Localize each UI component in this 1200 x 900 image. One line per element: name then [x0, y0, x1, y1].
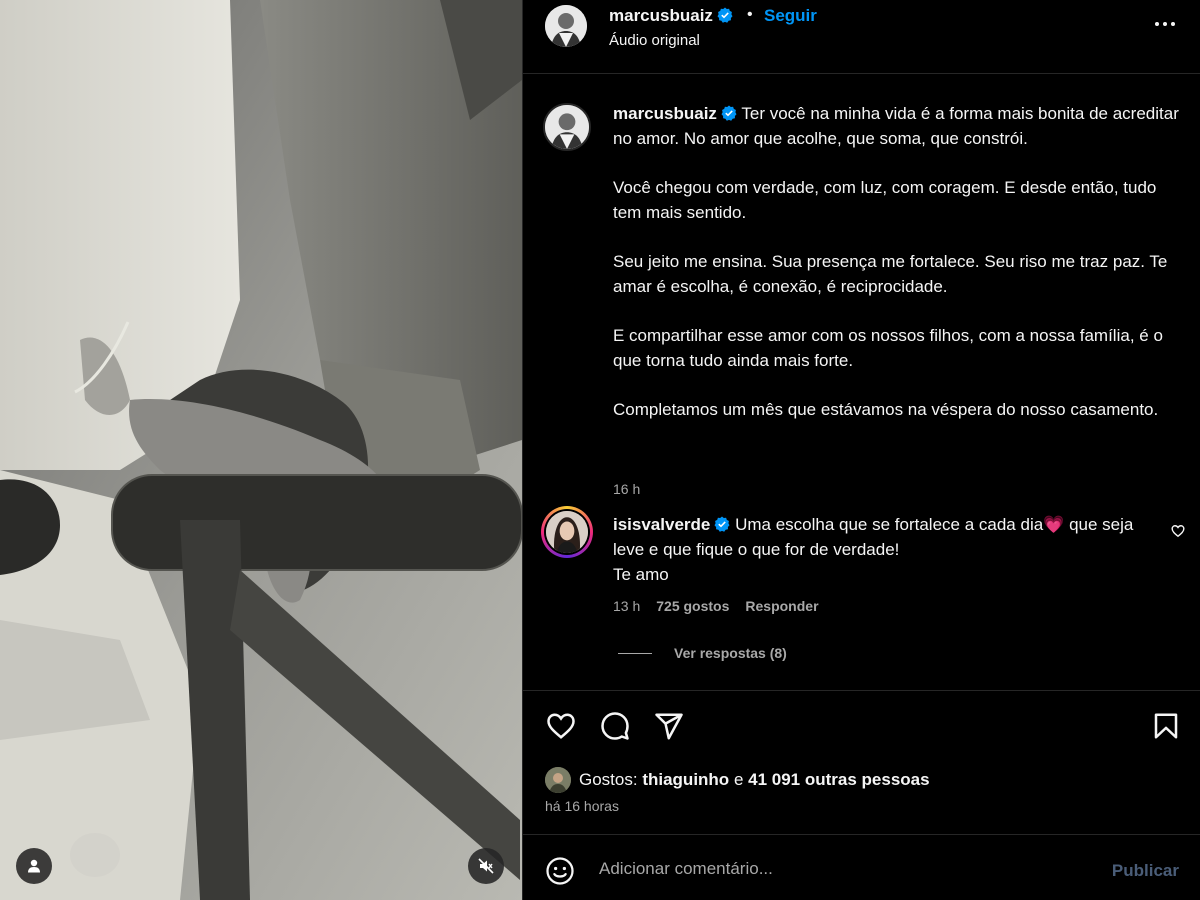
caption-timestamp[interactable]: 16 h	[613, 481, 640, 497]
caption-text: marcusbuaiz Ter você na minha vida é a f…	[613, 101, 1188, 446]
mute-toggle-button[interactable]	[468, 848, 504, 884]
commenter-avatar-inner	[544, 509, 590, 555]
view-replies-label: Ver respostas (8)	[674, 645, 787, 661]
comment-likes-count[interactable]: 725 gostos	[656, 598, 729, 614]
post-header: marcusbuaiz • Seguir Áudio original	[523, 0, 1200, 74]
replies-divider-line	[618, 652, 652, 654]
more-dot	[1171, 22, 1175, 26]
commenter-photo	[546, 511, 588, 553]
likes-others-count[interactable]: 41 091 outras pessoas	[748, 770, 929, 790]
verified-badge-icon	[714, 516, 730, 532]
author-avatar-image	[545, 5, 587, 47]
comments-section[interactable]: marcusbuaiz Ter você na minha vida é a f…	[523, 75, 1200, 690]
liked-by-username[interactable]: thiaguinho	[642, 770, 729, 790]
caption-username[interactable]: marcusbuaiz	[613, 104, 717, 123]
comment-composer: Publicar	[523, 834, 1200, 900]
caption-paragraph-2: Você chegou com verdade, com luz, com co…	[613, 178, 1157, 222]
publish-button[interactable]: Publicar	[1112, 861, 1179, 881]
save-bookmark-icon[interactable]	[1151, 711, 1181, 741]
post-actions: Gostos: thiaguinho e 41 091 outras pesso…	[523, 690, 1200, 834]
view-replies-button[interactable]: Ver respostas (8)	[618, 645, 787, 661]
author-username-text[interactable]: marcusbuaiz	[609, 6, 713, 25]
commenter-avatar[interactable]	[541, 506, 593, 558]
comment-item: isisvalverde Uma escolha que se fortalec…	[539, 506, 1189, 656]
post-sidebar: marcusbuaiz • Seguir Áudio original marc…	[522, 0, 1200, 900]
follow-button[interactable]: Seguir	[764, 6, 817, 26]
comment-text: isisvalverde Uma escolha que se fortalec…	[613, 512, 1158, 587]
speaker-muted-icon	[478, 858, 494, 874]
likes-prefix: Gostos:	[579, 770, 638, 789]
post-media[interactable]	[0, 0, 522, 900]
more-dot	[1155, 22, 1159, 26]
caption-author-avatar[interactable]	[543, 103, 591, 151]
comment-like-icon[interactable]	[1171, 524, 1185, 538]
tagged-users-button[interactable]	[16, 848, 52, 884]
likes-summary: Gostos: thiaguinho e 41 091 outras pesso…	[545, 767, 930, 793]
comment-text-part1: Uma escolha que se fortalece a cada dia	[735, 515, 1044, 534]
comment-meta: 13 h 725 gostos Responder	[613, 598, 819, 614]
like-heart-icon[interactable]	[545, 711, 577, 741]
original-audio-link[interactable]: Áudio original	[609, 32, 700, 49]
heart-emoji: 💗	[1043, 515, 1065, 534]
likes-conjunction: e	[733, 770, 744, 789]
caption-paragraph: marcusbuaiz Ter você na minha vida é a f…	[613, 101, 1188, 151]
verified-badge-icon	[721, 105, 737, 121]
caption-avatar-image	[545, 105, 589, 149]
comment-input[interactable]	[599, 855, 1079, 883]
commenter-avatar-image	[546, 511, 588, 553]
comment-bubble-icon[interactable]	[599, 711, 631, 741]
user-icon	[28, 859, 40, 873]
caption-paragraph-5: Completamos um mês que estávamos na vésp…	[613, 400, 1159, 419]
more-options-button[interactable]	[1151, 14, 1179, 34]
post-date[interactable]: há 16 horas	[545, 798, 619, 814]
emoji-picker-icon[interactable]	[545, 856, 575, 886]
verified-badge-icon	[717, 7, 733, 23]
liker-avatar[interactable]	[545, 767, 571, 793]
header-separator: •	[747, 6, 753, 23]
more-dot	[1163, 22, 1167, 26]
author-username[interactable]: marcusbuaiz	[609, 6, 733, 26]
share-paper-plane-icon[interactable]	[653, 711, 685, 741]
commenter-username[interactable]: isisvalverde	[613, 515, 710, 534]
author-avatar[interactable]	[545, 5, 587, 47]
comment-text-line3: Te amo	[613, 565, 669, 584]
liker-avatar-image	[545, 767, 571, 793]
caption-paragraph-3: Seu jeito me ensina. Sua presença me for…	[613, 252, 1168, 296]
post-photo	[0, 0, 522, 900]
reply-button[interactable]: Responder	[745, 598, 818, 614]
caption-paragraph-4: E compartilhar esse amor com os nossos f…	[613, 326, 1163, 370]
comment-timestamp[interactable]: 13 h	[613, 598, 640, 614]
